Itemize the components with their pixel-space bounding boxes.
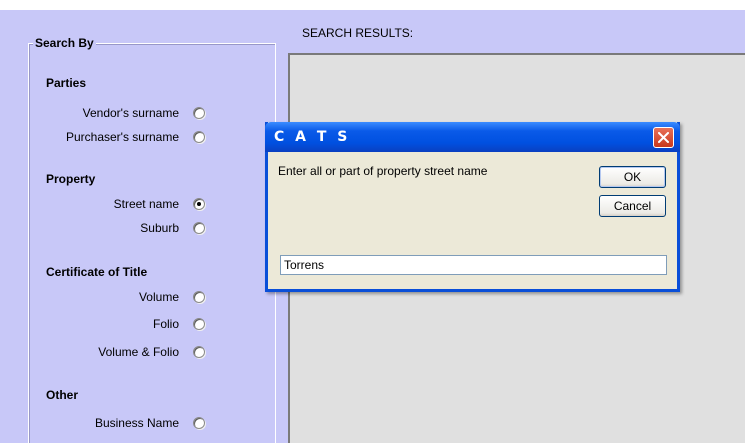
vendor-surname-label: Vendor's surname: [82, 106, 179, 120]
business-name-label: Business Name: [94, 416, 179, 430]
cats-app-window: Search By Parties Vendor's surname Purch…: [0, 10, 745, 443]
street-name-input[interactable]: [280, 255, 667, 275]
search-results-title: SEARCH RESULTS:: [302, 26, 414, 40]
purchaser-surname-radio[interactable]: [193, 131, 205, 143]
section-certificate-of-title: Certificate of Title: [46, 265, 148, 279]
cancel-button[interactable]: Cancel: [599, 195, 666, 217]
folio-label: Folio: [152, 317, 179, 331]
section-other: Other: [46, 388, 79, 402]
dialog-prompt: Enter all or part of property street nam…: [278, 164, 488, 178]
section-property: Property: [46, 172, 96, 186]
volume-label: Volume: [138, 290, 179, 304]
dialog-title: C A T S: [274, 129, 351, 145]
close-button[interactable]: [653, 127, 674, 148]
suburb-label: Suburb: [140, 221, 179, 235]
folio-radio[interactable]: [193, 318, 205, 330]
search-by-legend: Search By: [33, 36, 96, 50]
street-name-label: Street name: [113, 197, 179, 211]
dialog-titlebar[interactable]: C A T S: [265, 122, 680, 152]
section-parties: Parties: [46, 76, 87, 90]
volume-radio[interactable]: [193, 291, 205, 303]
vendor-surname-radio[interactable]: [193, 107, 205, 119]
cats-dialog: C A T S Enter all or part of property st…: [265, 122, 680, 292]
street-name-radio[interactable]: [193, 198, 205, 210]
business-name-radio[interactable]: [193, 417, 205, 429]
ok-button[interactable]: OK: [599, 166, 666, 188]
close-icon: [658, 132, 669, 143]
purchaser-surname-label: Purchaser's surname: [65, 130, 179, 144]
volume-folio-label: Volume & Folio: [98, 345, 179, 359]
volume-folio-radio[interactable]: [193, 346, 205, 358]
search-by-group: Search By Parties Vendor's surname Purch…: [28, 36, 276, 443]
suburb-radio[interactable]: [193, 222, 205, 234]
